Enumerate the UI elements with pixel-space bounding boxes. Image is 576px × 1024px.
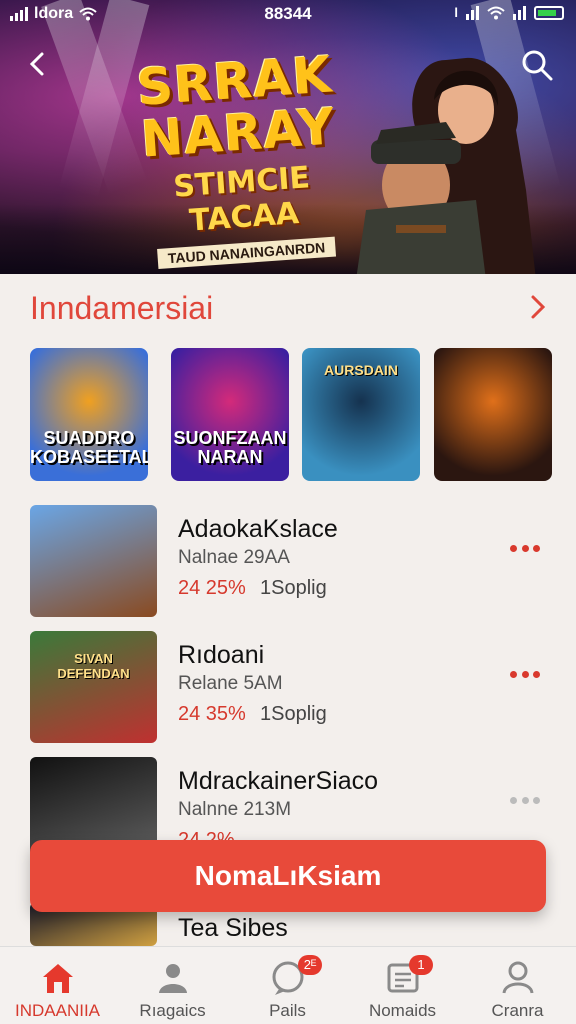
item-title: MdrackainerSiaco: [178, 767, 379, 795]
tile-top-label: AURSDAIN: [324, 362, 398, 378]
more-options-button[interactable]: [510, 797, 540, 807]
nav-label: Rıagaics: [139, 1001, 206, 1020]
item-title: Rıdoani: [178, 641, 265, 669]
item-title: Tea Sibes: [178, 914, 288, 942]
list-item[interactable]: AdaokaKslace Nalnae 29AA 24 25% 1Soplig: [30, 505, 550, 617]
game-tile[interactable]: SUADDRO KOBASEETALI: [30, 348, 148, 481]
signal-icon: [513, 5, 526, 20]
home-icon: [43, 964, 73, 993]
tile-label: SUONFZAAN NARAN: [173, 428, 287, 467]
search-button[interactable]: [520, 48, 554, 82]
game-thumbnail: [30, 505, 157, 617]
item-subtitle: Nalnne 213M: [178, 799, 292, 820]
chevron-left-icon: [29, 52, 44, 76]
item-subtitle: Nalnae 29AA: [178, 547, 290, 568]
status-right: l: [454, 5, 564, 20]
thumb-label: SIVAN DEFENDAN: [57, 651, 130, 681]
wifi-icon: [487, 6, 505, 19]
hero-banner[interactable]: ldora 88344 l SRRAK NARAY STIMCIE TACAA …: [0, 0, 576, 274]
hero-title-line2: NARAY: [139, 97, 338, 169]
notification-badge: 1: [409, 955, 433, 975]
item-subtitle: Relane 5AM: [178, 673, 283, 694]
app-screen: ldora 88344 l SRRAK NARAY STIMCIE TACAA …: [0, 0, 576, 1024]
item-meta: 1Soplig: [260, 577, 327, 599]
hero-title: SRRAK NARAY STIMCIE TACAA TAUD NANAINGAN…: [113, 45, 367, 271]
section-title: Inndamersiai: [30, 290, 214, 326]
primary-action-button[interactable]: NomaLıKsiam: [30, 840, 546, 912]
carrier-right: l: [454, 5, 458, 20]
status-bar: ldora 88344 l: [0, 0, 576, 28]
profile-icon: [159, 964, 187, 993]
nav-tab-3[interactable]: 2ᴱ Pails: [230, 955, 345, 1021]
nav-tab-5[interactable]: Cranra: [460, 955, 575, 1021]
user-icon: [502, 961, 534, 994]
bottom-navigation: INDAANIIA Rıagaics 2ᴱ Pails 1 Nomaids Cr…: [0, 946, 576, 1024]
back-button[interactable]: [22, 48, 54, 80]
nav-label: Nomaids: [368, 1001, 437, 1020]
notification-badge: 2ᴱ: [298, 955, 322, 975]
item-percent: 24 25%: [178, 577, 246, 599]
game-tile[interactable]: [434, 348, 552, 481]
tile-label: SUADDRO KOBASEETALI: [30, 428, 148, 467]
nav-label: Pails: [269, 1001, 306, 1020]
featured-games-row: SUADDRO KOBASEETALI SUONFZAAN NARAN AURS…: [30, 348, 552, 481]
list-item[interactable]: SIVAN DEFENDAN Rıdoani Relane 5AM 24 35%…: [30, 631, 550, 743]
game-thumbnail: SIVAN DEFENDAN: [30, 631, 157, 743]
nav-label: INDAANIIA: [14, 1001, 101, 1020]
item-meta: 1Soplig: [260, 703, 327, 725]
more-options-button[interactable]: [510, 671, 540, 681]
section-header[interactable]: Inndamersiai: [30, 288, 550, 328]
section-more-button[interactable]: [526, 292, 550, 322]
nav-tab-2[interactable]: Rıagaics: [115, 955, 230, 1021]
search-icon: [522, 50, 553, 81]
hero-title-line3: STIMCIE TACAA: [172, 160, 312, 239]
more-options-button[interactable]: [510, 545, 540, 555]
signal-icon: [466, 5, 479, 20]
item-title: AdaokaKslace: [178, 515, 338, 543]
item-percent: 24 35%: [178, 703, 246, 725]
game-tile[interactable]: SUONFZAAN NARAN: [171, 348, 289, 481]
chevron-right-icon: [531, 295, 546, 319]
nav-tab-4[interactable]: 1 Nomaids: [345, 955, 460, 1021]
battery-icon: [534, 5, 564, 20]
nav-label: Cranra: [491, 1001, 544, 1020]
game-tile[interactable]: AURSDAIN: [302, 348, 420, 481]
nav-tab-home[interactable]: INDAANIIA: [0, 955, 115, 1021]
